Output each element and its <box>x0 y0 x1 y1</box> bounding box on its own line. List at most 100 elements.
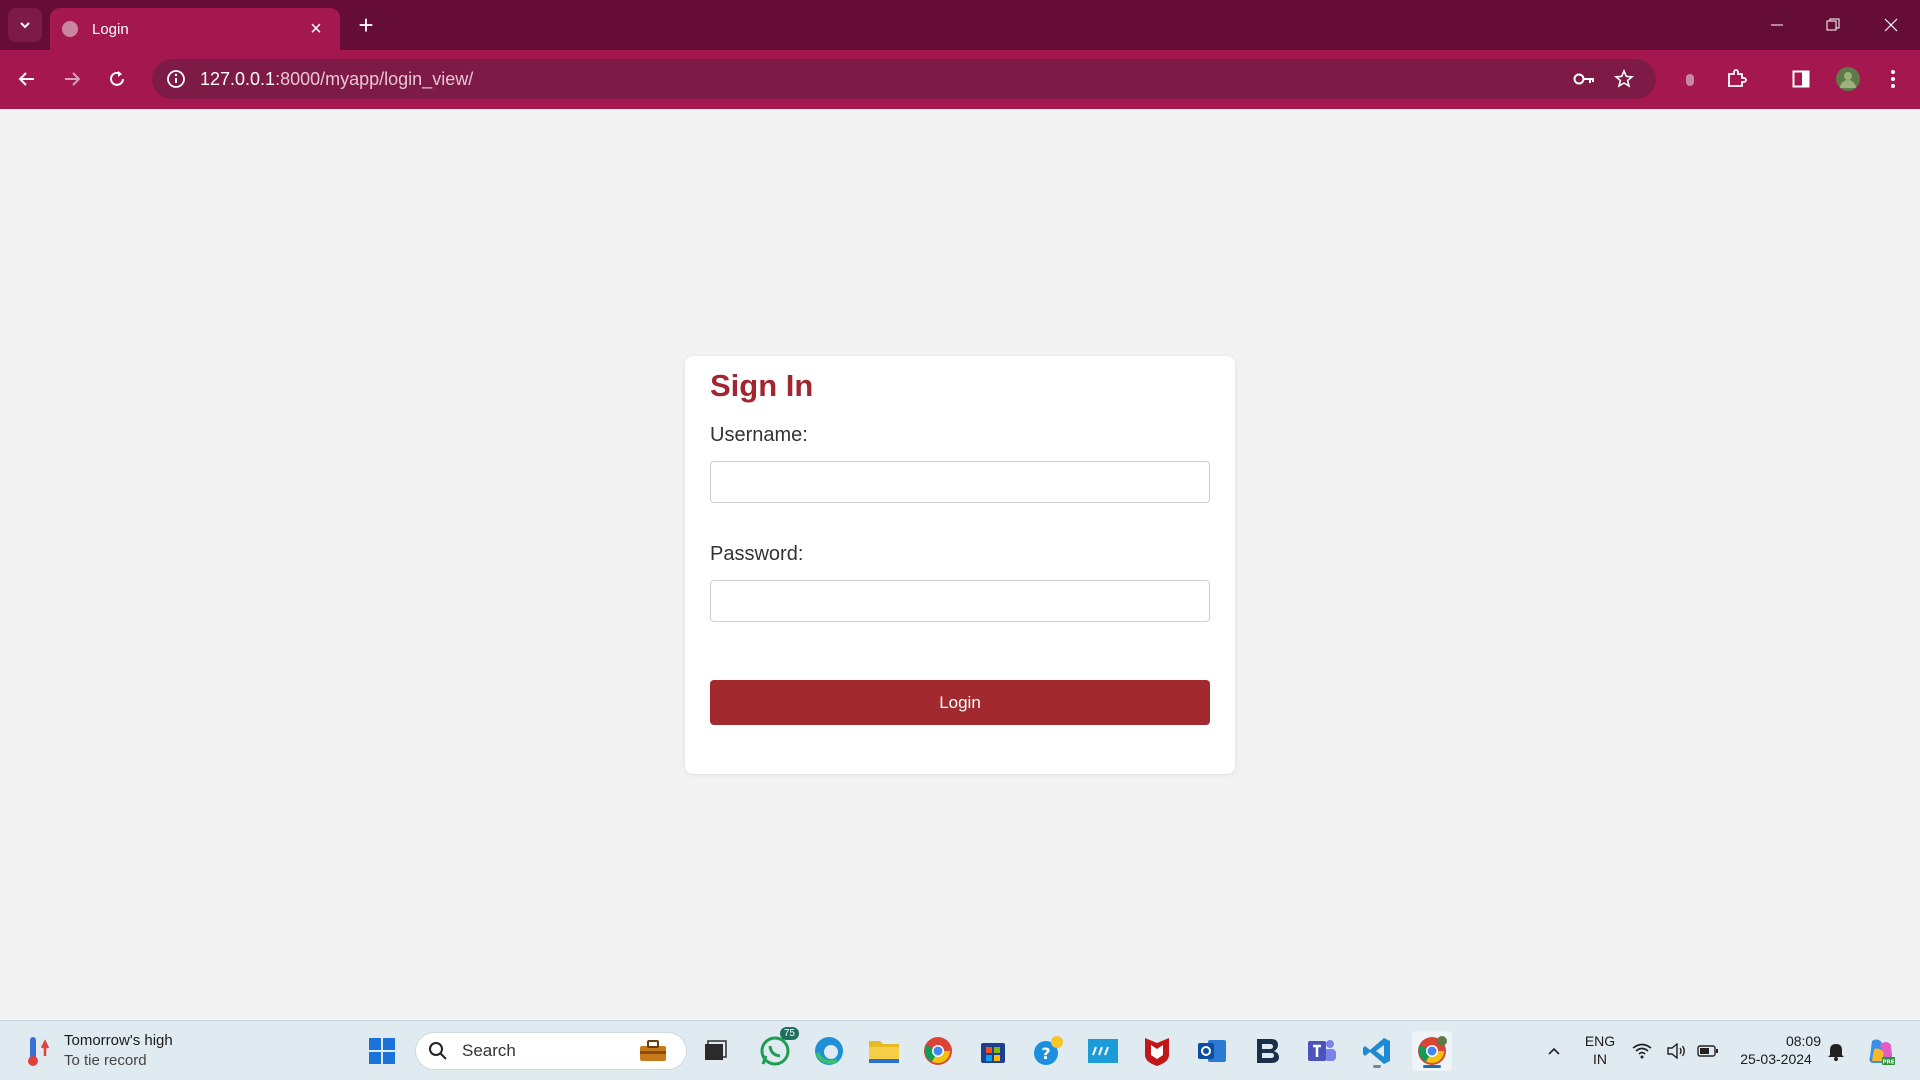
briefcase-icon <box>640 1040 666 1061</box>
taskbar-store[interactable] <box>973 1031 1013 1071</box>
clock-time: 08:09 <box>1785 1033 1821 1049</box>
star-icon <box>1614 69 1634 88</box>
volume-button[interactable] <box>1664 1031 1690 1071</box>
password-field[interactable] <box>710 580 1210 622</box>
page-viewport: Sign In Username: Password: Login <box>0 109 1920 1020</box>
minimize-icon <box>1771 24 1783 26</box>
clock-date: 25-03-2024 <box>1740 1051 1812 1067</box>
more-vertical-icon <box>1891 70 1895 88</box>
mcafee-shield-icon <box>1145 1038 1169 1066</box>
page-title: Sign In <box>710 368 814 403</box>
extension-puck-icon <box>1686 74 1694 86</box>
taskbar-chrome-active[interactable] <box>1412 1031 1452 1071</box>
taskbar-teams[interactable] <box>1302 1031 1342 1071</box>
store-icon <box>981 1043 1005 1063</box>
myhp-icon <box>1088 1039 1118 1063</box>
battery-button[interactable] <box>1695 1031 1721 1071</box>
browser-tab[interactable]: Login × <box>50 8 340 50</box>
taskbar-search-input[interactable]: Search <box>415 1032 687 1070</box>
teams-icon <box>1308 1040 1336 1061</box>
profile-button[interactable] <box>1830 61 1866 97</box>
svg-text:PRE: PRE <box>1882 1060 1894 1066</box>
login-button[interactable]: Login <box>710 680 1210 725</box>
start-button[interactable] <box>362 1031 402 1071</box>
username-field[interactable] <box>710 461 1210 503</box>
avatar <box>1836 67 1860 91</box>
battery-icon <box>1697 1045 1718 1057</box>
network-button[interactable] <box>1629 1031 1655 1071</box>
show-hidden-icons-button[interactable] <box>1534 1031 1574 1071</box>
url-path: :8000/myapp/login_view/ <box>275 68 474 89</box>
running-indicator <box>1373 1065 1381 1068</box>
window-close-button[interactable] <box>1868 8 1914 42</box>
task-view-icon <box>705 1040 727 1060</box>
taskbar-edge[interactable] <box>809 1031 849 1071</box>
browser-tab-strip: Login × + <box>0 0 1920 50</box>
folder-icon <box>869 1041 899 1063</box>
arrow-right-icon <box>65 72 81 86</box>
tab-title: Login <box>92 20 129 38</box>
extensions-menu-button[interactable] <box>1718 61 1754 97</box>
weather-title: Tomorrow's high <box>64 1032 173 1049</box>
restore-icon <box>1826 18 1840 31</box>
username-label: Username: <box>710 424 808 446</box>
clock[interactable]: 08:09 25-03-2024 <box>1731 1032 1821 1068</box>
taskbar: Tomorrow's high To tie record Search 75 … <box>0 1020 1920 1080</box>
taskbar-chrome[interactable] <box>918 1031 958 1071</box>
password-key-button[interactable] <box>1566 61 1602 97</box>
field-spacer <box>710 503 1210 543</box>
back-button[interactable] <box>9 61 45 97</box>
key-icon <box>1573 73 1594 85</box>
minimize-button[interactable] <box>1754 8 1800 42</box>
chevron-up-icon <box>1548 1047 1560 1055</box>
bookmark-button[interactable] <box>1606 61 1642 97</box>
language-line2: IN <box>1593 1051 1607 1067</box>
weather-widget[interactable]: Tomorrow's high To tie record <box>24 1031 173 1071</box>
chrome-icon <box>924 1037 952 1065</box>
outlook-icon <box>1198 1040 1226 1062</box>
taskbar-help[interactable]: ? <box>1028 1031 1068 1071</box>
taskbar-myhp[interactable] <box>1083 1031 1123 1071</box>
restore-button[interactable] <box>1810 8 1856 42</box>
forward-button[interactable] <box>54 61 90 97</box>
taskbar-b-app[interactable] <box>1247 1031 1287 1071</box>
chrome-icon <box>1418 1036 1447 1065</box>
taskbar-whatsapp[interactable]: 75 <box>755 1027 799 1071</box>
close-icon <box>1884 18 1898 32</box>
globe-icon <box>62 21 78 37</box>
address-bar[interactable]: 127.0.0.1:8000/myapp/login_view/ <box>152 59 1656 99</box>
url-host: 127.0.0.1 <box>200 68 276 89</box>
notifications-button[interactable] <box>1823 1031 1849 1071</box>
language-line1: ENG <box>1584 1033 1616 1049</box>
puzzle-icon <box>1728 69 1747 87</box>
taskbar-mcafee[interactable] <box>1137 1031 1177 1071</box>
info-icon <box>167 70 185 88</box>
search-icon <box>429 1042 447 1060</box>
copilot-icon: PRE <box>1869 1039 1895 1066</box>
svg-text:?: ? <box>1041 1044 1050 1063</box>
browser-menu-button[interactable] <box>1875 61 1911 97</box>
taskbar-file-explorer[interactable] <box>864 1031 904 1071</box>
reload-icon <box>110 71 124 86</box>
reload-button[interactable] <box>99 61 135 97</box>
help-icon: ? <box>1034 1036 1063 1065</box>
bell-icon <box>1828 1044 1844 1061</box>
copilot-button[interactable]: PRE <box>1860 1031 1900 1071</box>
language-indicator[interactable]: ENG IN <box>1576 1032 1624 1068</box>
b-logo-icon <box>1257 1039 1279 1063</box>
taskbar-outlook[interactable] <box>1192 1031 1232 1071</box>
login-card: Sign In Username: Password: Login <box>685 356 1235 774</box>
whatsapp-badge: 75 <box>779 1027 799 1040</box>
volume-icon <box>1667 1043 1685 1059</box>
taskbar-vscode[interactable] <box>1357 1031 1397 1071</box>
extension-button[interactable] <box>1672 61 1708 97</box>
taskbar-task-view[interactable] <box>695 1031 735 1071</box>
close-icon[interactable]: × <box>304 17 328 41</box>
arrow-left-icon <box>18 72 34 86</box>
edge-icon <box>815 1037 843 1065</box>
browser-toolbar: 127.0.0.1:8000/myapp/login_view/ <box>0 50 1920 109</box>
new-tab-button[interactable]: + <box>352 11 380 39</box>
tab-search-button[interactable] <box>8 8 42 42</box>
side-panel-button[interactable] <box>1783 61 1819 97</box>
weather-subtitle: To tie record <box>64 1052 147 1069</box>
